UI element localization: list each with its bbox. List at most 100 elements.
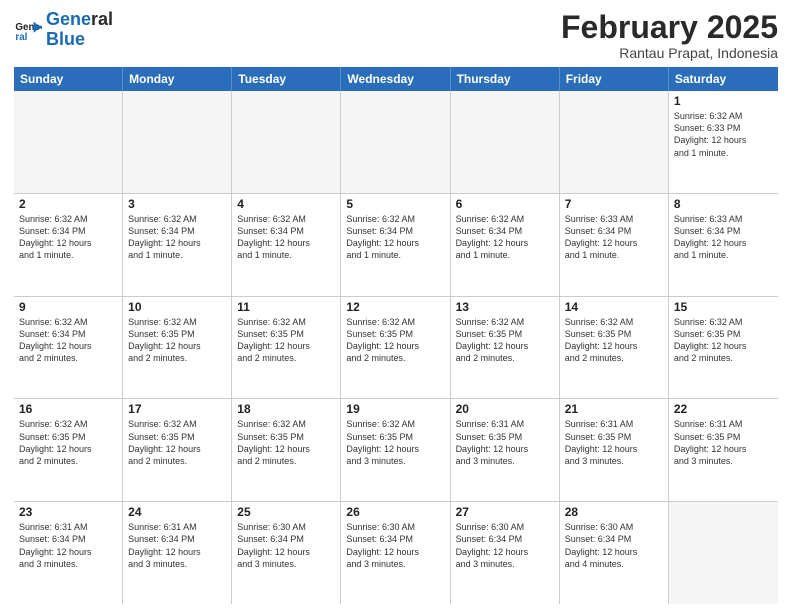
day-info: Sunrise: 6:32 AM Sunset: 6:35 PM Dayligh… <box>674 316 773 365</box>
day-number: 10 <box>128 300 226 314</box>
weekday-header: Monday <box>123 67 232 91</box>
day-info: Sunrise: 6:30 AM Sunset: 6:34 PM Dayligh… <box>237 521 335 570</box>
calendar-cell: 7 Sunrise: 6:33 AM Sunset: 6:34 PM Daylig… <box>560 194 669 296</box>
calendar-cell <box>560 91 669 193</box>
day-info: Sunrise: 6:32 AM Sunset: 6:35 PM Dayligh… <box>346 316 444 365</box>
calendar-cell: 23 Sunrise: 6:31 AM Sunset: 6:34 PM Dayli… <box>14 502 123 604</box>
day-number: 1 <box>674 94 773 108</box>
day-info: Sunrise: 6:31 AM Sunset: 6:34 PM Dayligh… <box>128 521 226 570</box>
day-info: Sunrise: 6:32 AM Sunset: 6:35 PM Dayligh… <box>346 418 444 467</box>
calendar-cell <box>669 502 778 604</box>
calendar-cell: 11 Sunrise: 6:32 AM Sunset: 6:35 PM Dayli… <box>232 297 341 399</box>
day-info: Sunrise: 6:32 AM Sunset: 6:34 PM Dayligh… <box>128 213 226 262</box>
day-number: 15 <box>674 300 773 314</box>
calendar-cell: 4 Sunrise: 6:32 AM Sunset: 6:34 PM Daylig… <box>232 194 341 296</box>
day-number: 12 <box>346 300 444 314</box>
day-number: 16 <box>19 402 117 416</box>
day-info: Sunrise: 6:32 AM Sunset: 6:35 PM Dayligh… <box>565 316 663 365</box>
calendar-cell: 21 Sunrise: 6:31 AM Sunset: 6:35 PM Dayli… <box>560 399 669 501</box>
calendar-cell: 15 Sunrise: 6:32 AM Sunset: 6:35 PM Dayli… <box>669 297 778 399</box>
day-info: Sunrise: 6:30 AM Sunset: 6:34 PM Dayligh… <box>456 521 554 570</box>
calendar-cell: 2 Sunrise: 6:32 AM Sunset: 6:34 PM Daylig… <box>14 194 123 296</box>
calendar-cell: 17 Sunrise: 6:32 AM Sunset: 6:35 PM Dayli… <box>123 399 232 501</box>
calendar-cell <box>451 91 560 193</box>
calendar-row: 16 Sunrise: 6:32 AM Sunset: 6:35 PM Dayli… <box>14 399 778 502</box>
day-info: Sunrise: 6:32 AM Sunset: 6:34 PM Dayligh… <box>19 316 117 365</box>
day-number: 4 <box>237 197 335 211</box>
logo: Gene ral General Blue <box>14 10 113 50</box>
calendar-row: 9 Sunrise: 6:32 AM Sunset: 6:34 PM Daylig… <box>14 297 778 400</box>
day-number: 3 <box>128 197 226 211</box>
day-info: Sunrise: 6:31 AM Sunset: 6:35 PM Dayligh… <box>565 418 663 467</box>
calendar-cell: 26Sunrise: 6:30 AM Sunset: 6:34 PM Dayli… <box>341 502 450 604</box>
day-info: Sunrise: 6:30 AM Sunset: 6:34 PM Dayligh… <box>565 521 663 570</box>
calendar-cell: 18 Sunrise: 6:32 AM Sunset: 6:35 PM Dayli… <box>232 399 341 501</box>
calendar-cell: 22Sunrise: 6:31 AM Sunset: 6:35 PM Dayli… <box>669 399 778 501</box>
calendar-cell: 20 Sunrise: 6:31 AM Sunset: 6:35 PM Dayli… <box>451 399 560 501</box>
day-info: Sunrise: 6:30 AM Sunset: 6:34 PM Dayligh… <box>346 521 444 570</box>
calendar-cell: 27 Sunrise: 6:30 AM Sunset: 6:34 PM Dayli… <box>451 502 560 604</box>
calendar-row: 1 Sunrise: 6:32 AM Sunset: 6:33 PM Daylig… <box>14 91 778 194</box>
main-title: February 2025 <box>561 10 778 45</box>
day-info: Sunrise: 6:31 AM Sunset: 6:34 PM Dayligh… <box>19 521 117 570</box>
day-number: 24 <box>128 505 226 519</box>
weekday-header: Friday <box>560 67 669 91</box>
calendar-cell: 8 Sunrise: 6:33 AM Sunset: 6:34 PM Daylig… <box>669 194 778 296</box>
day-number: 17 <box>128 402 226 416</box>
svg-text:ral: ral <box>15 32 27 43</box>
calendar-cell <box>341 91 450 193</box>
calendar-cell <box>123 91 232 193</box>
calendar-cell: 6 Sunrise: 6:32 AM Sunset: 6:34 PM Daylig… <box>451 194 560 296</box>
subtitle: Rantau Prapat, Indonesia <box>561 45 778 61</box>
day-info: Sunrise: 6:32 AM Sunset: 6:35 PM Dayligh… <box>128 418 226 467</box>
day-number: 21 <box>565 402 663 416</box>
calendar-cell: 12 Sunrise: 6:32 AM Sunset: 6:35 PM Dayli… <box>341 297 450 399</box>
calendar-body: 1 Sunrise: 6:32 AM Sunset: 6:33 PM Daylig… <box>14 91 778 604</box>
day-number: 20 <box>456 402 554 416</box>
day-number: 18 <box>237 402 335 416</box>
day-info: Sunrise: 6:33 AM Sunset: 6:34 PM Dayligh… <box>674 213 773 262</box>
day-number: 19 <box>346 402 444 416</box>
day-info: Sunrise: 6:31 AM Sunset: 6:35 PM Dayligh… <box>674 418 773 467</box>
weekday-header: Wednesday <box>341 67 450 91</box>
weekday-header: Sunday <box>14 67 123 91</box>
day-number: 6 <box>456 197 554 211</box>
calendar-row: 2 Sunrise: 6:32 AM Sunset: 6:34 PM Daylig… <box>14 194 778 297</box>
calendar-cell <box>14 91 123 193</box>
day-number: 23 <box>19 505 117 519</box>
day-number: 14 <box>565 300 663 314</box>
day-number: 9 <box>19 300 117 314</box>
calendar-cell: 25 Sunrise: 6:30 AM Sunset: 6:34 PM Dayli… <box>232 502 341 604</box>
calendar: SundayMondayTuesdayWednesdayThursdayFrid… <box>14 67 778 604</box>
logo-name-line2: Blue <box>46 30 113 50</box>
calendar-cell: 10Sunrise: 6:32 AM Sunset: 6:35 PM Dayli… <box>123 297 232 399</box>
day-number: 25 <box>237 505 335 519</box>
day-info: Sunrise: 6:32 AM Sunset: 6:35 PM Dayligh… <box>19 418 117 467</box>
day-info: Sunrise: 6:32 AM Sunset: 6:35 PM Dayligh… <box>237 418 335 467</box>
calendar-header: SundayMondayTuesdayWednesdayThursdayFrid… <box>14 67 778 91</box>
title-block: February 2025 Rantau Prapat, Indonesia <box>561 10 778 61</box>
page: Gene ral General Blue February 2025 Rant… <box>0 0 792 612</box>
day-info: Sunrise: 6:32 AM Sunset: 6:35 PM Dayligh… <box>237 316 335 365</box>
day-number: 11 <box>237 300 335 314</box>
calendar-cell <box>232 91 341 193</box>
weekday-header: Tuesday <box>232 67 341 91</box>
day-info: Sunrise: 6:32 AM Sunset: 6:34 PM Dayligh… <box>237 213 335 262</box>
weekday-header: Saturday <box>669 67 778 91</box>
day-number: 8 <box>674 197 773 211</box>
day-info: Sunrise: 6:32 AM Sunset: 6:33 PM Dayligh… <box>674 110 773 159</box>
day-info: Sunrise: 6:32 AM Sunset: 6:34 PM Dayligh… <box>19 213 117 262</box>
day-info: Sunrise: 6:32 AM Sunset: 6:34 PM Dayligh… <box>456 213 554 262</box>
day-number: 7 <box>565 197 663 211</box>
calendar-cell: 24 Sunrise: 6:31 AM Sunset: 6:34 PM Dayli… <box>123 502 232 604</box>
day-info: Sunrise: 6:33 AM Sunset: 6:34 PM Dayligh… <box>565 213 663 262</box>
day-number: 28 <box>565 505 663 519</box>
calendar-cell: 14 Sunrise: 6:32 AM Sunset: 6:35 PM Dayli… <box>560 297 669 399</box>
day-number: 13 <box>456 300 554 314</box>
header: Gene ral General Blue February 2025 Rant… <box>14 10 778 61</box>
day-info: Sunrise: 6:31 AM Sunset: 6:35 PM Dayligh… <box>456 418 554 467</box>
calendar-cell: 3 Sunrise: 6:32 AM Sunset: 6:34 PM Daylig… <box>123 194 232 296</box>
day-number: 27 <box>456 505 554 519</box>
day-info: Sunrise: 6:32 AM Sunset: 6:35 PM Dayligh… <box>456 316 554 365</box>
day-number: 2 <box>19 197 117 211</box>
